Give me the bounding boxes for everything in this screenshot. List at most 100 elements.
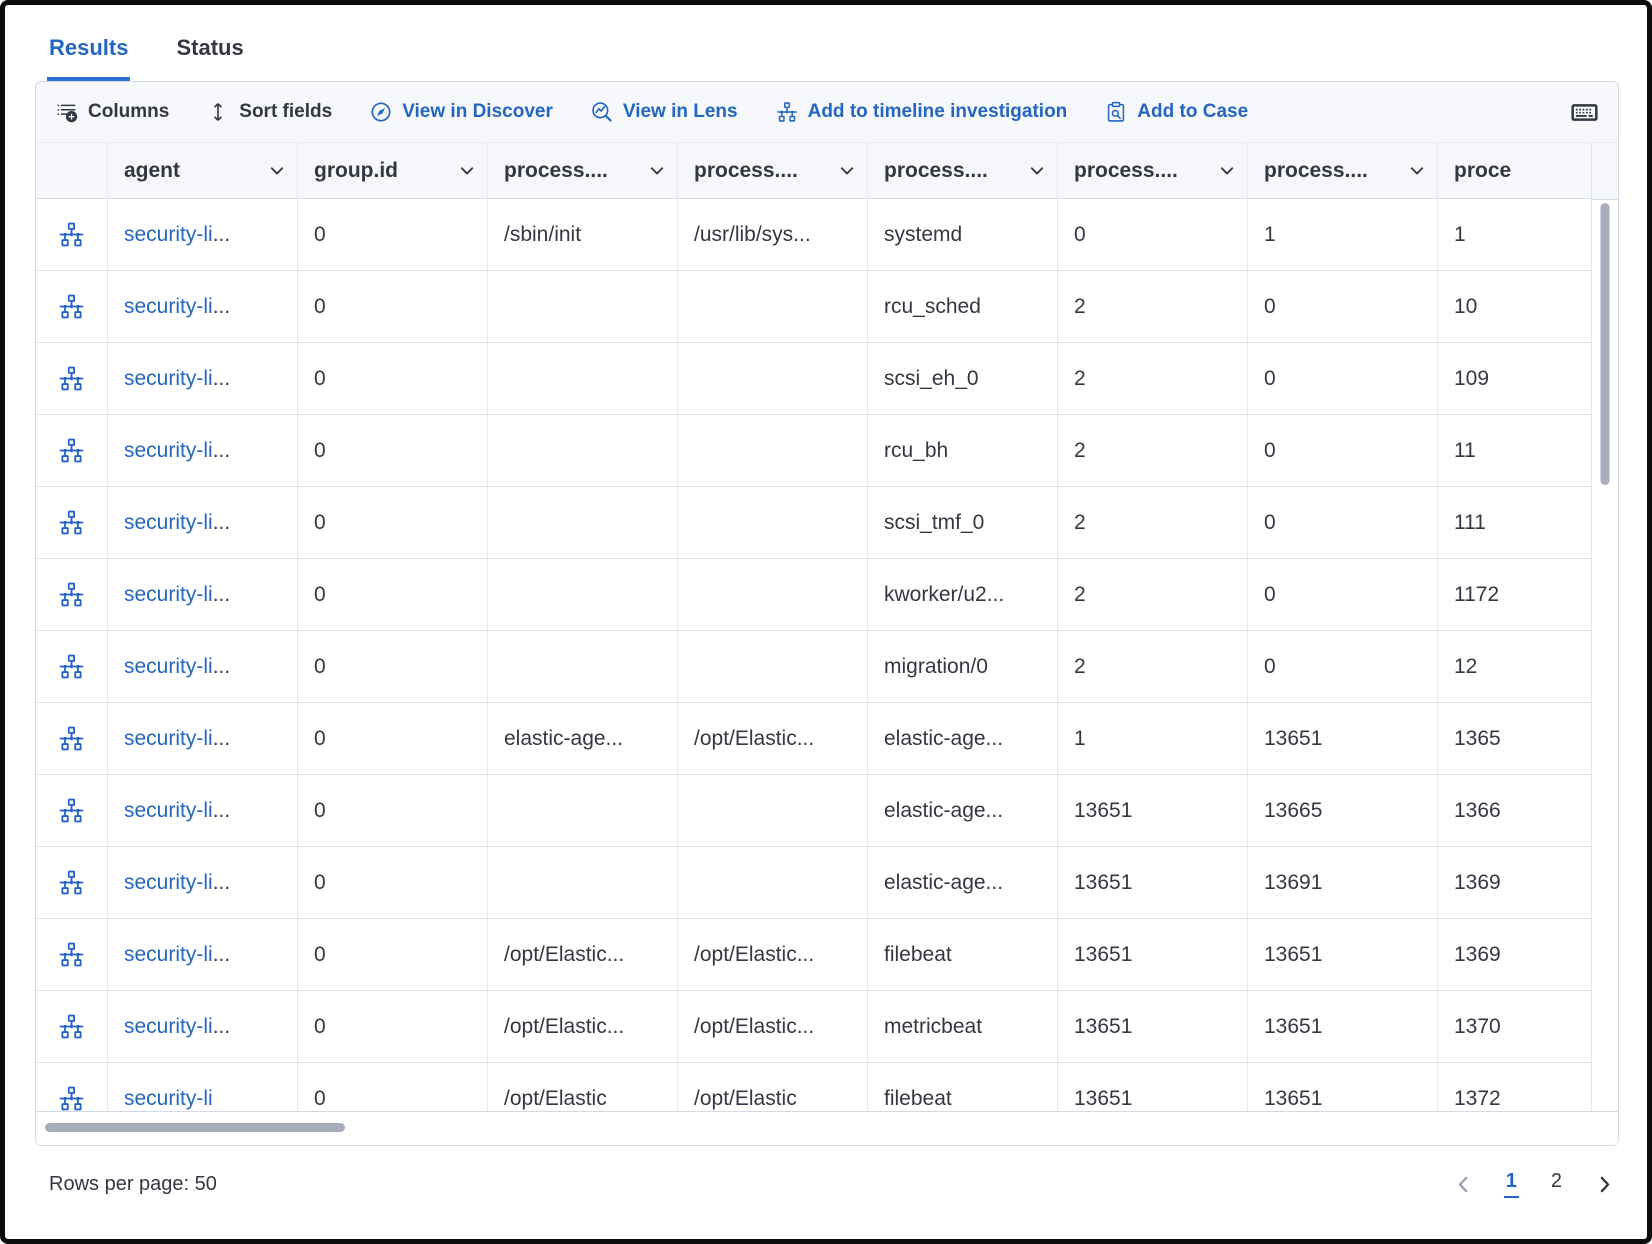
cell-value: /opt/Elastic	[504, 1087, 607, 1111]
cell-value: 1369	[1454, 943, 1501, 967]
grid-header-cell-proce-7[interactable]: proce	[1438, 143, 1592, 199]
agent-link[interactable]: security-li...	[124, 583, 230, 607]
row-add-to-timeline-button[interactable]	[36, 631, 108, 703]
cell-value: rcu_sched	[884, 295, 981, 319]
agent-link[interactable]: security-li...	[124, 1015, 230, 1039]
truncation-ellipsis: ...	[213, 871, 231, 894]
pagination-prev-button[interactable]	[1453, 1174, 1474, 1195]
horizontal-scrollbar[interactable]	[36, 1111, 1618, 1145]
column-header-label: process....	[694, 159, 798, 183]
toolbar-add-to-case-button[interactable]: Add to Case	[1105, 101, 1248, 123]
agent-link[interactable]: security-li...	[124, 367, 230, 391]
row-add-to-timeline-button[interactable]	[36, 775, 108, 847]
vertical-scrollbar-thumb[interactable]	[1601, 203, 1610, 485]
keyboard-icon	[1571, 99, 1598, 126]
vertical-scrollbar[interactable]	[1591, 143, 1618, 1111]
agent-link-text: security-li	[124, 583, 213, 606]
keyboard-shortcuts-button[interactable]	[1571, 99, 1598, 126]
grid-header-cell-agent-0[interactable]: agent	[108, 143, 298, 199]
row-add-to-timeline-button[interactable]	[36, 343, 108, 415]
grid-header-cell-process-3[interactable]: process....	[678, 143, 868, 199]
row-add-to-timeline-button[interactable]	[36, 415, 108, 487]
table-cell: 13691	[1248, 847, 1438, 919]
pagination-page-1[interactable]: 1	[1504, 1170, 1519, 1198]
row-add-to-timeline-button[interactable]	[36, 487, 108, 559]
cell-value: 1372	[1454, 1087, 1501, 1111]
table-cell: 13651	[1248, 919, 1438, 991]
table-cell	[678, 271, 868, 343]
tab-status[interactable]: Status	[174, 23, 245, 81]
cell-value: 1172	[1454, 583, 1499, 607]
grid-header-cell-process-4[interactable]: process....	[868, 143, 1058, 199]
agent-link[interactable]: security-li...	[124, 943, 230, 967]
agent-link[interactable]: security-li...	[124, 871, 230, 895]
timeline-icon	[58, 1085, 85, 1111]
toolbar-columns-button[interactable]: Columns	[56, 101, 169, 123]
table-cell: systemd	[868, 199, 1058, 271]
agent-link[interactable]: security-li...	[124, 511, 230, 535]
cell-value: 109	[1454, 367, 1489, 391]
grid-header-cell-group-id-1[interactable]: group.id	[298, 143, 488, 199]
chevron-down-icon	[837, 161, 857, 181]
cell-value: 0	[1264, 295, 1276, 319]
cell-value: elastic-age...	[884, 799, 1003, 823]
toolbar-view-in-discover-button[interactable]: View in Discover	[370, 101, 553, 123]
cell-value: 1	[1074, 727, 1086, 751]
data-grid: agentgroup.idprocess....process....proce…	[36, 143, 1592, 1111]
row-add-to-timeline-button[interactable]	[36, 703, 108, 775]
horizontal-scrollbar-thumb[interactable]	[45, 1123, 345, 1132]
truncation-ellipsis: ...	[213, 799, 231, 822]
row-add-to-timeline-button[interactable]	[36, 271, 108, 343]
row-add-to-timeline-button[interactable]	[36, 1063, 108, 1111]
agent-link[interactable]: security-li	[124, 1087, 213, 1111]
agent-link[interactable]: security-li...	[124, 439, 230, 463]
table-cell: 1366	[1438, 775, 1592, 847]
cell-value: 0	[1264, 655, 1276, 679]
row-add-to-timeline-button[interactable]	[36, 919, 108, 991]
agent-link[interactable]: security-li...	[124, 223, 230, 247]
table-cell: 111	[1438, 487, 1592, 559]
cell-value: scsi_eh_0	[884, 367, 979, 391]
toolbar-view-in-lens-button[interactable]: View in Lens	[591, 101, 738, 123]
row-add-to-timeline-button[interactable]	[36, 991, 108, 1063]
grid-header-cell-process-2[interactable]: process....	[488, 143, 678, 199]
cell-value: 1	[1454, 223, 1466, 247]
table-cell: 13651	[1058, 847, 1248, 919]
row-add-to-timeline-button[interactable]	[36, 199, 108, 271]
grid-header-cell-process-6[interactable]: process....	[1248, 143, 1438, 199]
table-cell: 1	[1438, 199, 1592, 271]
cell-value: elastic-age...	[884, 871, 1003, 895]
pagination-page-2[interactable]: 2	[1549, 1170, 1564, 1198]
cell-value: 0	[314, 295, 326, 319]
timeline-icon	[58, 221, 85, 248]
agent-link[interactable]: security-li...	[124, 799, 230, 823]
table-cell: 0	[1248, 415, 1438, 487]
cell-value: 2	[1074, 439, 1086, 463]
cell-value: systemd	[884, 223, 962, 247]
row-add-to-timeline-button[interactable]	[36, 559, 108, 631]
table-cell: security-li...	[108, 919, 298, 991]
rows-per-page-button[interactable]: Rows per page: 50	[49, 1173, 229, 1196]
table-cell: 2	[1058, 415, 1248, 487]
cell-value: filebeat	[884, 943, 952, 967]
cell-value: 0	[1264, 511, 1276, 535]
grid-header-cell-process-5[interactable]: process....	[1058, 143, 1248, 199]
agent-link[interactable]: security-li...	[124, 295, 230, 319]
agent-link[interactable]: security-li...	[124, 655, 230, 679]
row-add-to-timeline-button[interactable]	[36, 847, 108, 919]
tab-bar: Results Status	[35, 23, 1619, 81]
chevron-right-icon	[1594, 1174, 1615, 1195]
cell-value: 13651	[1264, 1015, 1322, 1039]
table-cell: migration/0	[868, 631, 1058, 703]
table-cell: /sbin/init	[488, 199, 678, 271]
chevron-down-icon	[267, 161, 287, 181]
agent-link[interactable]: security-li...	[124, 727, 230, 751]
pagination-next-button[interactable]	[1594, 1174, 1615, 1195]
tab-results[interactable]: Results	[47, 23, 130, 81]
toolbar-add-to-timeline-investigation-button[interactable]: Add to timeline investigation	[776, 101, 1068, 123]
chevron-down-icon	[1407, 161, 1427, 181]
table-cell: 13651	[1058, 991, 1248, 1063]
timeline-icon	[58, 941, 85, 968]
table-cell: 13651	[1058, 919, 1248, 991]
toolbar-sort-fields-button[interactable]: Sort fields	[207, 101, 332, 123]
